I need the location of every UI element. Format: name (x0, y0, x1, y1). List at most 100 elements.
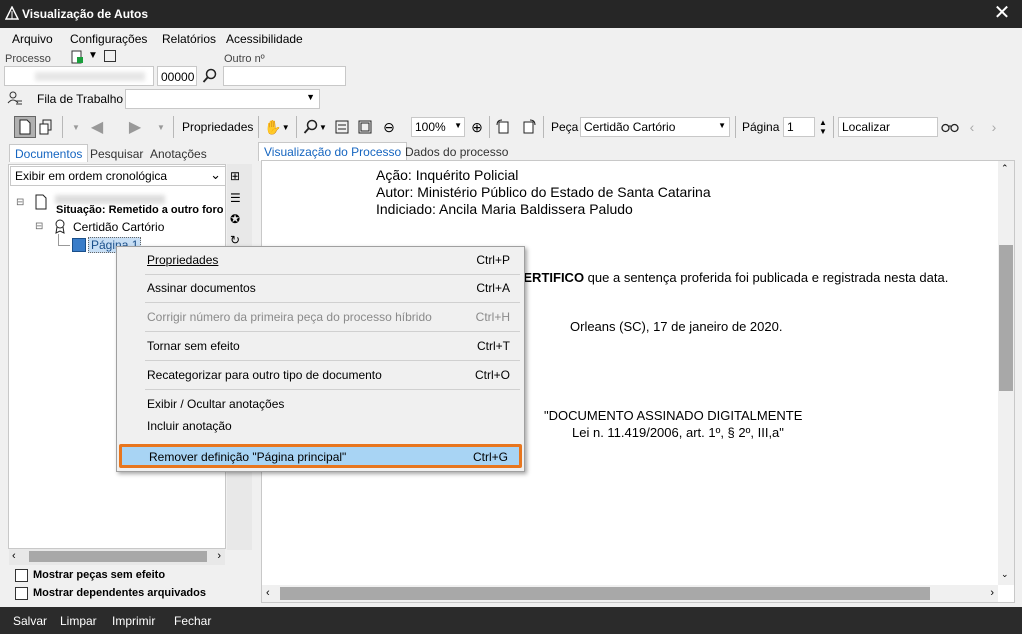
menu-acessibilidade[interactable]: Acessibilidade (226, 32, 303, 46)
checkbox-sem-efeito[interactable] (15, 569, 28, 582)
page-main-icon (72, 238, 86, 252)
tree-collapse-toggle[interactable]: ⊟ (35, 221, 43, 232)
menu-item-label: Corrigir número da primeira peça do proc… (147, 310, 432, 324)
tab-dados-processo[interactable]: Dados do processo (400, 143, 513, 161)
blurred-process-id (55, 195, 165, 204)
new-doc-icon[interactable] (70, 50, 84, 64)
menu-arquivo[interactable]: Arquivo (12, 32, 53, 46)
doc-acao: Ação: Inquérito Policial (376, 167, 519, 183)
zoom-select[interactable]: 100% ▼ (411, 117, 465, 137)
peca-label: Peça (551, 120, 579, 134)
menu-item-shortcut: Ctrl+A (476, 281, 510, 295)
checkbox-dependentes[interactable] (15, 587, 28, 600)
scroll-thumb[interactable] (999, 245, 1013, 391)
rotate-right-icon[interactable] (519, 118, 537, 136)
chevron-down-icon: ▼ (454, 121, 462, 130)
tree-expand-icon[interactable]: ⊞ (230, 169, 246, 185)
menu-item-incluir-anotacao[interactable]: Incluir anotação (117, 415, 524, 437)
hand-tool-icon[interactable]: ✋ ▼ (263, 118, 291, 136)
zoom-out-icon[interactable]: ⊖ (381, 119, 397, 135)
doc-certifico: CERTIFICO que a sentença proferida foi p… (514, 270, 948, 285)
order-select[interactable]: Exibir em ordem cronológica ⌄ (10, 166, 226, 186)
scroll-right-icon[interactable]: › (217, 550, 221, 562)
menu-item-propriedades[interactable]: Propriedades Ctrl+P (117, 249, 524, 271)
menu-relatorios[interactable]: Relatórios (162, 32, 216, 46)
doc-horizontal-scrollbar[interactable]: ‹ › (262, 585, 998, 602)
pagina-stepper[interactable]: ▲ ▼ (817, 117, 829, 137)
fit-page-icon[interactable] (357, 119, 373, 135)
menu-divider (145, 389, 520, 390)
tab-pesquisar[interactable]: Pesquisar (85, 145, 148, 163)
find-prev-icon: ‹ (969, 119, 975, 135)
copy-doc-icon[interactable] (38, 118, 56, 136)
doc-assinado: "DOCUMENTO ASSINADO DIGITALMENTE (544, 408, 803, 423)
menu-item-label: Exibir / Ocultar anotações (147, 397, 285, 411)
search-icon[interactable] (202, 68, 218, 84)
menu-configuracoes[interactable]: Configurações (70, 32, 147, 46)
menu-item-shortcut: Ctrl+P (476, 253, 510, 267)
context-menu: Propriedades Ctrl+P Assinar documentos Ctr… (116, 246, 525, 472)
salvar-button[interactable]: Salvar (13, 614, 47, 628)
outro-numero-input[interactable] (223, 66, 346, 86)
limpar-button[interactable]: Limpar (60, 614, 97, 628)
menu-item-shortcut: Ctrl+O (474, 368, 510, 382)
zoom-tool-icon[interactable]: ▼ (302, 118, 328, 136)
chevron-down-icon: ▼ (718, 121, 726, 130)
menu-item-remover-pagina-principal[interactable]: Remover definição "Página principal" Ctrl… (119, 444, 522, 468)
zoom-in-icon[interactable]: ⊕ (469, 119, 485, 135)
imprimir-button[interactable]: Imprimir (112, 614, 155, 628)
rotate-left-icon[interactable] (495, 118, 513, 136)
tab-visualizacao[interactable]: Visualização do Processo (258, 142, 408, 161)
process-doc-icon (34, 194, 48, 210)
fila-select[interactable]: ▼ (125, 89, 320, 109)
menu-item-recategorizar[interactable]: Recategorizar para outro tipo de documen… (117, 364, 524, 386)
doc-lei: Lei n. 11.419/2006, art. 1º, § 2º, III,a… (572, 425, 784, 440)
menu-item-exibir-anotacoes[interactable]: Exibir / Ocultar anotações (117, 393, 524, 415)
tree-list-icon[interactable]: ☰ (230, 191, 246, 207)
menu-item-corrigir: Corrigir número da primeira peça do proc… (117, 306, 524, 328)
processo-input[interactable] (4, 66, 154, 86)
menu-item-assinar[interactable]: Assinar documentos Ctrl+A (117, 277, 524, 299)
footer-bar: Salvar Limpar Imprimir Fechar (0, 607, 1022, 634)
outro-label: Outro nº (224, 53, 265, 65)
tree-horizontal-scrollbar[interactable]: ‹ › (9, 549, 225, 565)
tree-line (58, 245, 70, 246)
chevron-down-icon[interactable]: ▼ (88, 50, 98, 61)
binoculars-icon[interactable] (940, 119, 960, 135)
chevron-down-icon: ⌄ (210, 167, 221, 182)
fit-width-icon[interactable] (334, 119, 350, 135)
tab-anotacoes[interactable]: Anotações (145, 145, 212, 163)
window-title: Visualização de Autos (22, 7, 149, 21)
menu-item-tornar-sem-efeito[interactable]: Tornar sem efeito Ctrl+T (117, 335, 524, 357)
scroll-thumb[interactable] (280, 587, 930, 600)
localizar-input[interactable]: Localizar (838, 117, 938, 137)
peca-select[interactable]: Certidão Cartório ▼ (580, 117, 730, 137)
peca-value: Certidão Cartório (584, 120, 676, 134)
close-window-icon[interactable]: ✕ (990, 2, 1014, 26)
pagina-input[interactable]: 1 (783, 117, 815, 137)
tree-collapse-toggle[interactable]: ⊟ (16, 197, 24, 208)
find-next-icon: › (991, 119, 997, 135)
scroll-right-icon[interactable]: › (990, 587, 994, 599)
checkbox-sem-efeito-label: Mostrar peças sem efeito (33, 569, 166, 581)
scroll-thumb[interactable] (29, 551, 207, 562)
processo-suffix-input[interactable]: 00000 (157, 66, 197, 86)
scroll-up-icon[interactable]: ⌃ (1001, 163, 1009, 174)
scroll-left-icon[interactable]: ‹ (12, 550, 16, 562)
fechar-button[interactable]: Fechar (174, 614, 211, 628)
note-icon[interactable] (104, 50, 116, 62)
pagina-label: Página (742, 120, 780, 134)
tab-documentos[interactable]: Documentos (9, 144, 89, 162)
menu-divider (145, 331, 520, 332)
tree-certificate-icon[interactable]: ✪ (230, 212, 246, 228)
propriedades-button[interactable]: Propriedades (182, 120, 253, 134)
scroll-left-icon[interactable]: ‹ (266, 587, 270, 599)
doc-indiciado: Indiciado: Ancila Maria Baldissera Palud… (376, 201, 633, 217)
menu-item-label: Tornar sem efeito (147, 339, 240, 353)
doc-vertical-scrollbar[interactable]: ⌃ ⌄ (998, 161, 1014, 585)
doc-view-toggle-button[interactable] (14, 116, 36, 138)
processo-label: Processo (5, 53, 51, 65)
tree-certidao[interactable]: Certidão Cartório (73, 220, 164, 234)
scroll-down-icon[interactable]: ⌄ (1001, 569, 1009, 580)
user-queue-icon (7, 91, 23, 107)
